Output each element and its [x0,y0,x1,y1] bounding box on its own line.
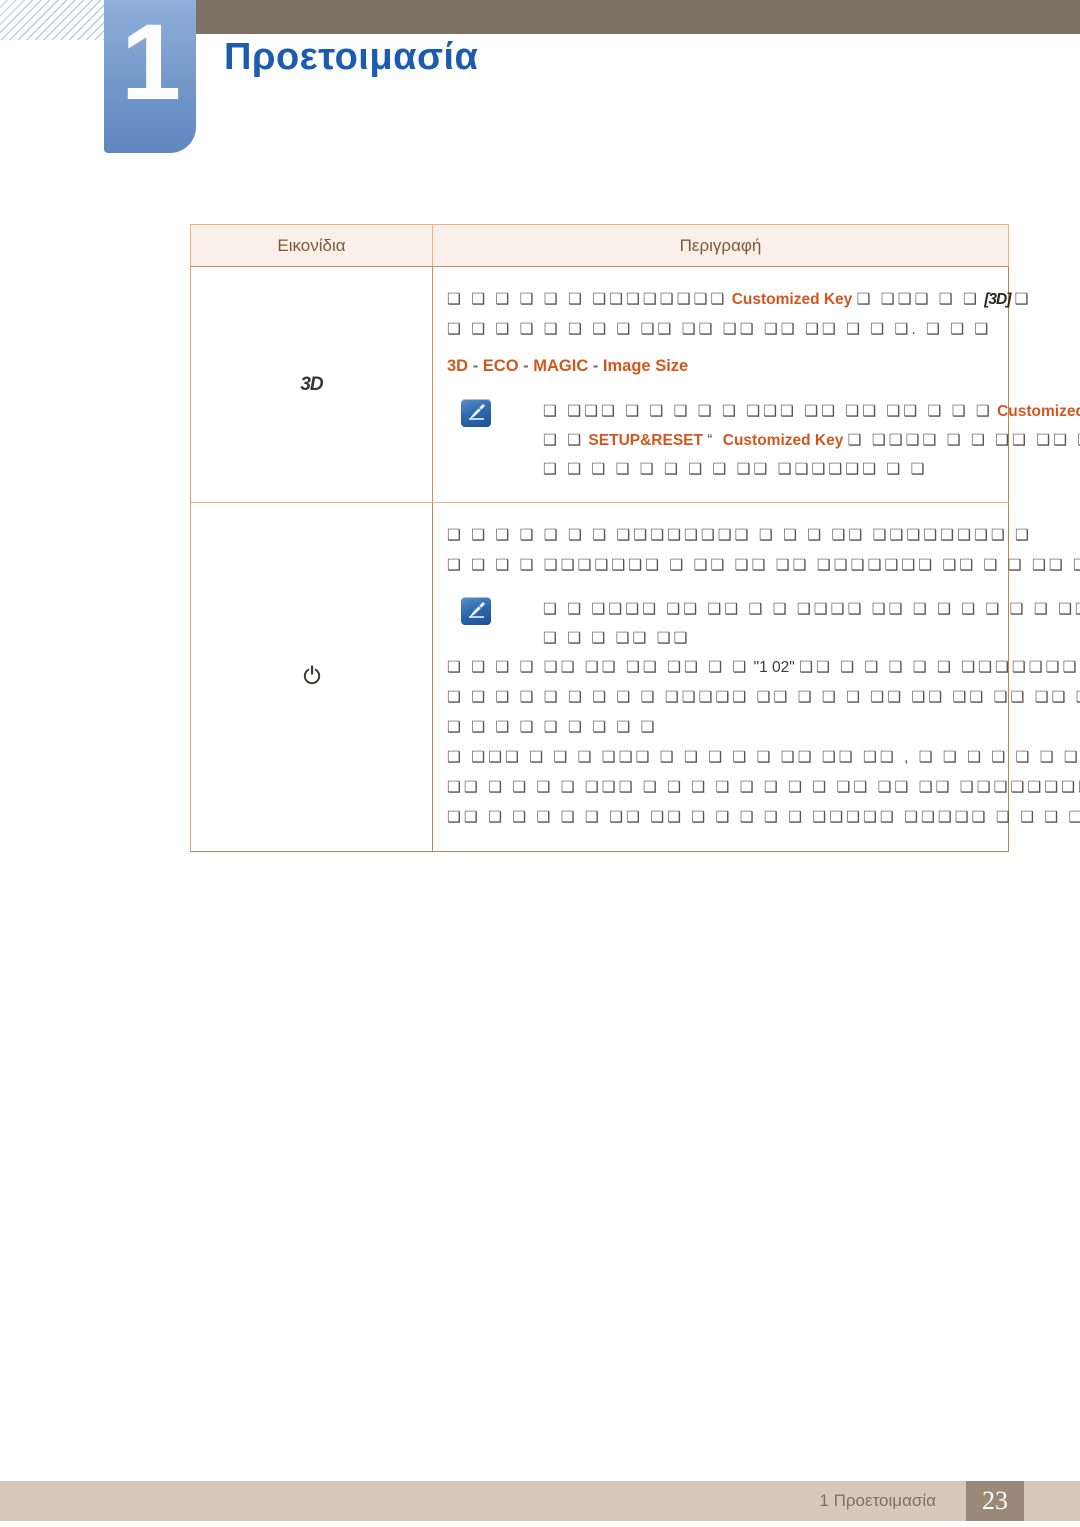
note-block: ❑ ❑❑❑ ❑ ❑ ❑ ❑ ❑ ❑❑❑ ❑❑ ❑❑ ❑❑ ❑ ❑ ❑ Custo… [447,397,1080,484]
menu-path-line: 3D - ECO - MAGIC - Image Size [447,349,1008,383]
description-line: ❑ ❑ ❑ ❑ ❑❑❑❑❑❑❑ ❑ ❑❑ ❑❑ ❑❑ ❑❑❑❑❑❑❑ ❑❑ ❑ … [447,551,1080,581]
note-line: ❑ ❑ ❑ ❑❑ ❑❑ [543,624,1008,653]
body-text-run: ❑ ❑❑❑ ❑ ❑ ❑ ❑ ❑ ❑❑❑ ❑❑ ❑❑ ❑❑ ❑ ❑ ❑ [543,403,993,420]
body-text-run: ❑ ❑ ❑ ❑❑ ❑❑ [543,630,691,647]
chapter-number: 1 [120,1,181,122]
description-line: ❑ ❑ ❑ ❑ ❑❑ ❑❑ ❑❑ ❑❑ ❑ ❑ "1 02" ❑❑ ❑ ❑ ❑ … [447,653,1080,683]
body-text-run: ❑ ❑ ❑❑❑❑ ❑❑ ❑❑ ❑ ❑ ❑❑❑❑ ❑❑ ❑ ❑ ❑ ❑ ❑ ❑ ❑… [543,601,1080,618]
path-separator: - [472,357,483,375]
menu-term: ECO [482,357,519,375]
body-text-run: ❑ ❑ ❑ ❑ ❑ ❑ ❑ ❑ ❑❑ ❑❑ ❑❑ ❑❑ ❑❑ ❑ ❑ ❑. ❑ … [447,321,992,338]
body-text-run: ❑ [1014,291,1032,308]
body-text-run: ❑ ❑ ❑ ❑ ❑❑ ❑❑ ❑❑ ❑❑ ❑ ❑ [447,659,750,676]
body-text-run: ❑ ❑ ❑ ❑ ❑❑❑❑❑❑❑ ❑ ❑❑ ❑❑ ❑❑ ❑❑❑❑❑❑❑ ❑❑ ❑ … [447,557,1080,574]
icon-cell: 3D [190,266,433,503]
description-line: ❑❑ ❑ ❑ ❑ ❑ ❑❑❑ ❑ ❑ ❑ ❑ ❑ ❑ ❑ ❑ ❑❑ ❑❑ ❑❑ … [447,773,1080,803]
menu-term: Customized Key [731,291,853,308]
power-button-icon [300,663,324,687]
note-block: ❑ ❑ ❑❑❑❑ ❑❑ ❑❑ ❑ ❑ ❑❑❑❑ ❑❑ ❑ ❑ ❑ ❑ ❑ ❑ ❑… [447,595,1080,653]
menu-term: Image Size [602,357,689,375]
body-text-run: ❑ ❑❑❑❑ ❑ ❑ ❑❑ ❑❑ ❑❑ ❑ [847,432,1080,449]
menu-term: MAGIC [533,357,589,375]
description-line: ❑❑ ❑ ❑ ❑ ❑ ❑ ❑❑ ❑❑ ❑ ❑ ❑ ❑ ❑ ❑❑❑❑❑ ❑❑❑❑❑… [447,803,1080,833]
bracket-3d-logo: [3D] [984,291,1011,308]
description-line: ❑ ❑ ❑ ❑ ❑ ❑ ❑ ❑ ❑ [447,713,1008,743]
column-header-icons: Εικονίδια [190,224,433,267]
menu-term: 3D [447,357,469,375]
path-separator: - [523,357,534,375]
body-text-run: ❑ ❑❑❑ ❑ ❑ [856,291,980,308]
table-row: 3D ❑ ❑ ❑ ❑ ❑ ❑ ❑❑❑❑❑❑❑❑ Customized Key ❑ … [190,266,1080,503]
icon-description-table: Εικονίδια Περιγραφή 3D ❑ ❑ ❑ ❑ ❑ ❑ ❑❑❑❑❑❑… [190,224,1080,852]
note-line: ❑ ❑❑❑ ❑ ❑ ❑ ❑ ❑ ❑❑❑ ❑❑ ❑❑ ❑❑ ❑ ❑ ❑ Custo… [543,397,1080,426]
table-header-row: Εικονίδια Περιγραφή [190,224,1009,267]
body-text-run: ❑ ❑ ❑ ❑ ❑ ❑ ❑❑❑❑❑❑❑❑ [447,291,728,308]
body-text-run: ❑❑ ❑ ❑ ❑ ❑ ❑ ❑❑❑❑❑❑❑❑❑❑❑ ❑❑ ❑❑ ❑ [799,659,1080,676]
body-text-run: ❑ ❑ ❑ ❑ ❑ ❑ ❑ ❑ ❑ ❑❑❑❑❑ ❑❑ ❑ ❑ ❑ ❑❑ ❑❑ ❑… [447,689,1080,706]
description-cell: ❑ ❑ ❑ ❑ ❑ ❑ ❑ ❑❑❑❑❑❑❑❑ ❑ ❑ ❑ ❑❑ ❑❑❑❑❑❑❑❑… [432,502,1080,852]
body-text-run: “ [707,432,723,449]
menu-term: Customized Key [722,432,844,449]
table-row: ❑ ❑ ❑ ❑ ❑ ❑ ❑ ❑❑❑❑❑❑❑❑ ❑ ❑ ❑ ❑❑ ❑❑❑❑❑❑❑❑… [190,502,1080,852]
body-text-run: ❑ ❑ ❑ ❑ ❑ ❑ ❑ ❑ ❑❑ ❑❑❑❑❑❑ ❑ ❑ [543,461,928,478]
note-pen-icon [461,597,491,625]
note-line: ❑ ❑ ❑❑❑❑ ❑❑ ❑❑ ❑ ❑ ❑❑❑❑ ❑❑ ❑ ❑ ❑ ❑ ❑ ❑ ❑… [543,595,1080,624]
footer-chapter-label: 1 Προετοιμασία [819,1491,936,1510]
3d-logo-icon: 3D [300,373,323,395]
footer-page-number: 23 [966,1481,1024,1521]
body-text-run: ❑ ❑ ❑ ❑ ❑ ❑ ❑ ❑❑❑❑❑❑❑❑ ❑ ❑ ❑ ❑❑ ❑❑❑❑❑❑❑❑… [447,527,1032,544]
column-header-description: Περιγραφή [432,224,1009,267]
page-title: Προετοιμασία [224,36,479,78]
menu-term: SETUP&RESET [588,432,703,449]
path-separator: - [592,357,603,375]
description-line: ❑ ❑ ❑ ❑ ❑ ❑ ❑ ❑ ❑❑ ❑❑ ❑❑ ❑❑ ❑❑ ❑ ❑ ❑. ❑ … [447,315,1008,345]
note-pen-icon [461,399,491,427]
description-line: ❑ ❑ ❑ ❑ ❑ ❑ ❑ ❑❑❑❑❑❑❑❑ ❑ ❑ ❑ ❑❑ ❑❑❑❑❑❑❑❑… [447,521,1029,551]
chapter-number-chip: 1 [104,0,196,153]
menu-term: Customized Key [997,403,1080,420]
body-text-run: "1 02" [753,659,795,676]
description-cell: ❑ ❑ ❑ ❑ ❑ ❑ ❑❑❑❑❑❑❑❑ Customized Key ❑ ❑❑… [432,266,1080,503]
body-text-run: ❑ ❑ [543,432,585,449]
icon-cell [190,502,433,852]
body-text-run: ❑ ❑❑❑ ❑ ❑ ❑ ❑❑❑ ❑ ❑ ❑ ❑ ❑ ❑❑ ❑❑ ❑❑ , ❑ ❑… [447,749,1080,766]
note-line: ❑ ❑ ❑ ❑ ❑ ❑ ❑ ❑ ❑❑ ❑❑❑❑❑❑ ❑ ❑ [543,455,1008,484]
body-text-run: ❑❑ ❑ ❑ ❑ ❑ ❑ ❑❑ ❑❑ ❑ ❑ ❑ ❑ ❑ ❑❑❑❑❑ ❑❑❑❑❑… [447,809,1080,826]
header-brown-bar [196,0,1080,34]
description-line: ❑ ❑ ❑ ❑ ❑ ❑ ❑❑❑❑❑❑❑❑ Customized Key ❑ ❑❑… [447,285,1029,315]
note-line: ❑ ❑ SETUP&RESET “ Customized Key ❑ ❑❑❑❑ … [543,426,1080,455]
body-text-run: ❑❑ ❑ ❑ ❑ ❑ ❑❑❑ ❑ ❑ ❑ ❑ ❑ ❑ ❑ ❑ ❑❑ ❑❑ ❑❑ … [447,779,1080,796]
table-body: 3D ❑ ❑ ❑ ❑ ❑ ❑ ❑❑❑❑❑❑❑❑ Customized Key ❑ … [190,266,1080,852]
description-line: ❑ ❑ ❑ ❑ ❑ ❑ ❑ ❑ ❑ ❑❑❑❑❑ ❑❑ ❑ ❑ ❑ ❑❑ ❑❑ ❑… [447,683,1080,713]
body-text-run: ❑ ❑ ❑ ❑ ❑ ❑ ❑ ❑ ❑ [447,719,658,736]
description-line: ❑ ❑❑❑ ❑ ❑ ❑ ❑❑❑ ❑ ❑ ❑ ❑ ❑ ❑❑ ❑❑ ❑❑ , ❑ ❑… [447,743,1080,773]
decorative-hatch-pattern [0,0,104,40]
